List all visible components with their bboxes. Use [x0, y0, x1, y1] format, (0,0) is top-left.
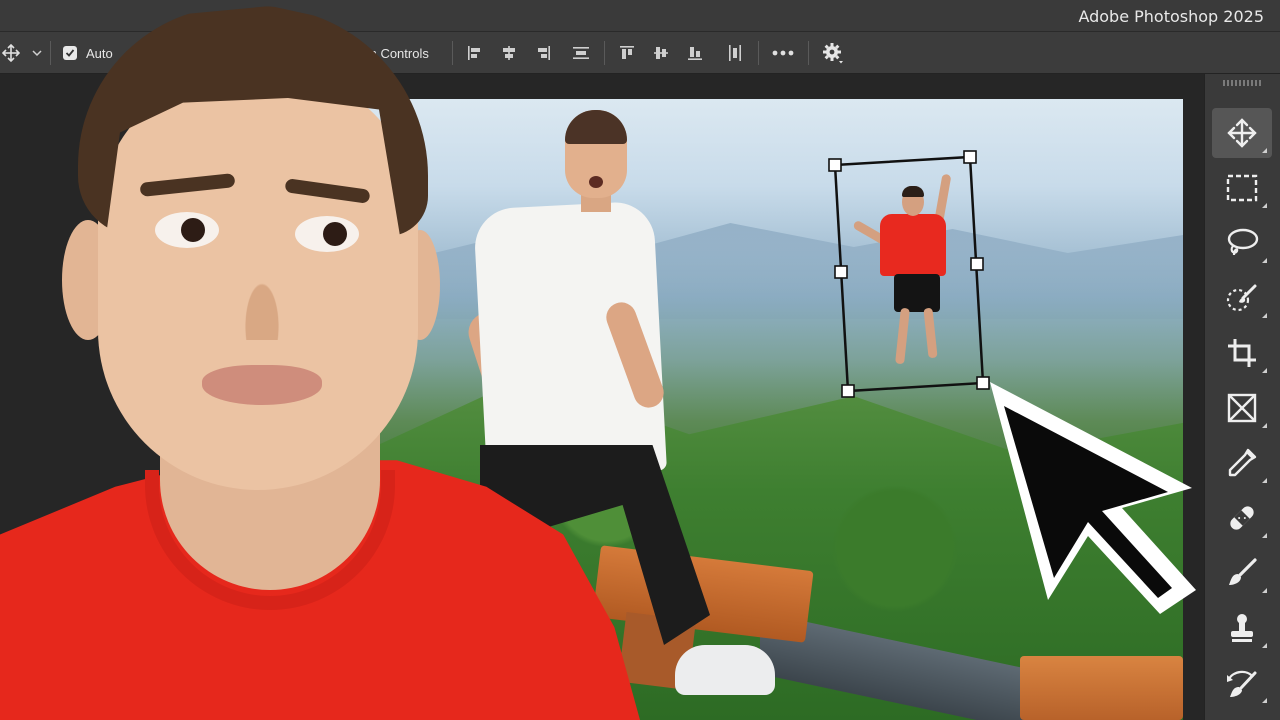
lasso-tool[interactable] — [1212, 218, 1272, 268]
kid-leg-right — [923, 307, 938, 359]
clone-stamp-tool[interactable] — [1212, 603, 1272, 653]
gear-icon[interactable] — [820, 32, 846, 74]
teen-eye-right — [295, 216, 359, 252]
stamp-icon — [1231, 614, 1253, 642]
panel-grip[interactable] — [1223, 80, 1263, 86]
teen-lips — [202, 365, 322, 405]
align-bottom-edges-icon[interactable] — [684, 32, 706, 74]
kid-shirt — [880, 214, 946, 276]
eyedropper-icon — [1228, 448, 1257, 477]
teen-eye-left — [155, 212, 219, 248]
divider — [758, 41, 759, 65]
frame-tool[interactable] — [1212, 383, 1272, 433]
wooden-bench-right — [1020, 656, 1183, 720]
frame-icon — [1227, 393, 1257, 423]
teen-nose — [232, 250, 292, 340]
app-title: Adobe Photoshop 2025 — [1078, 7, 1264, 26]
object-selection-icon — [1226, 284, 1257, 312]
more-icon[interactable] — [770, 32, 796, 74]
object-selection-tool[interactable] — [1212, 273, 1272, 323]
kid-leg-left — [895, 307, 910, 365]
kid-shorts — [894, 274, 940, 312]
foreground-teen-overlay — [0, 0, 640, 720]
divider — [808, 41, 809, 65]
brush-tool[interactable] — [1212, 548, 1272, 598]
history-brush-tool[interactable] — [1212, 658, 1272, 708]
distribute-vertical-icon[interactable] — [724, 32, 746, 74]
tools-panel — [1204, 74, 1280, 720]
brush-icon — [1229, 558, 1257, 585]
jumping-kid-layer[interactable] — [850, 170, 960, 380]
healing-bandage-icon — [1230, 506, 1254, 530]
kid-hair — [902, 186, 924, 197]
move-tool[interactable] — [1212, 108, 1272, 158]
lasso-icon — [1227, 228, 1259, 256]
crop-tool[interactable] — [1212, 328, 1272, 378]
spot-healing-brush-tool[interactable] — [1212, 493, 1272, 543]
mouse-cursor-icon — [982, 376, 1202, 626]
marquee-icon — [1226, 174, 1258, 202]
align-vertical-centers-icon[interactable] — [650, 32, 672, 74]
man-shoe — [675, 645, 775, 695]
rectangular-marquee-tool[interactable] — [1212, 163, 1272, 213]
eyedropper-tool[interactable] — [1212, 438, 1272, 488]
crop-icon — [1228, 339, 1256, 367]
move-icon — [1227, 118, 1257, 148]
history-brush-icon — [1227, 670, 1257, 697]
